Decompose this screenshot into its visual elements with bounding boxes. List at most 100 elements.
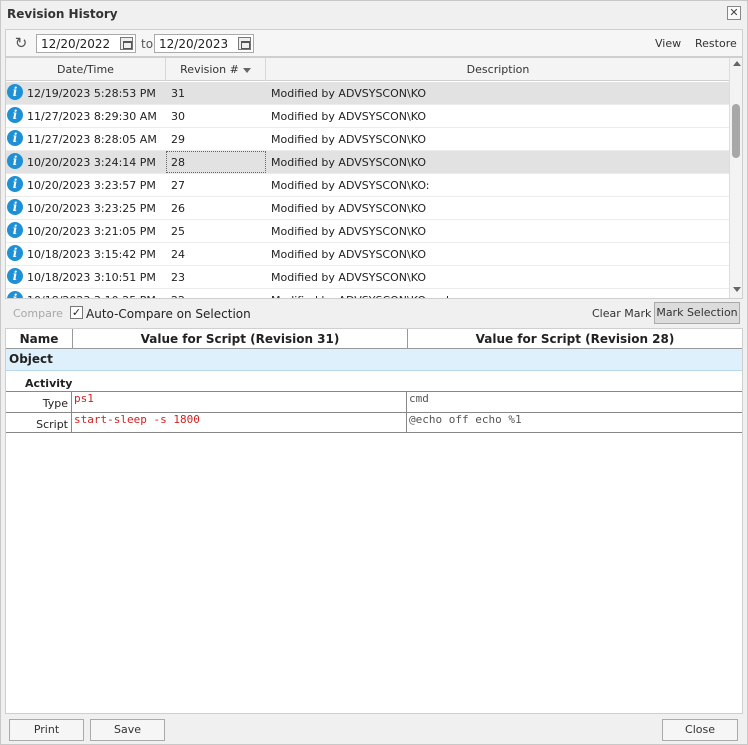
row-datetime: 10/20/2023 3:23:57 PM	[27, 179, 156, 192]
header-name: Name	[6, 329, 73, 349]
table-row[interactable]: i 10/18/2023 3:10:25 PM 22 Modified by ADVS…	[6, 289, 730, 298]
scroll-down-icon[interactable]	[733, 287, 741, 292]
to-date-input[interactable]: 12/20/2023	[154, 34, 254, 53]
row-description: Modified by ADVSYSCON\KO	[271, 248, 426, 261]
from-date-value: 12/20/2022	[41, 37, 111, 51]
close-icon[interactable]: ✕	[727, 6, 741, 20]
row-datetime: 11/27/2023 8:28:05 AM	[27, 133, 157, 146]
row-revision: 29	[171, 133, 185, 146]
field-row-script: Script start-sleep -s 1800 @echo off ech…	[6, 412, 742, 433]
row-datetime: 10/20/2023 3:21:05 PM	[27, 225, 156, 238]
field-row-type: Type ps1 cmd	[6, 391, 742, 412]
view-button[interactable]: View	[655, 37, 681, 50]
table-row[interactable]: i 11/27/2023 8:29:30 AM 30 Modified by ADVS…	[6, 105, 730, 128]
table-row[interactable]: i 10/20/2023 3:23:25 PM 26 Modified by ADVS…	[6, 197, 730, 220]
scroll-up-icon[interactable]	[733, 61, 741, 66]
info-icon: i	[7, 222, 23, 238]
compare-bar: Compare ✓ Auto-Compare on Selection Clea…	[5, 301, 743, 326]
table-row[interactable]: i 12/19/2023 5:28:53 PM 31 Modified by ADVS…	[6, 82, 730, 105]
row-description: Modified by ADVSYSCON\KO sed	[271, 289, 726, 298]
to-label: to	[141, 37, 154, 51]
row-description: Modified by ADVSYSCON\KO	[271, 271, 426, 284]
info-icon: i	[7, 176, 23, 192]
row-description: Modified by ADVSYSCON\KO:	[271, 179, 430, 192]
info-icon: i	[7, 153, 23, 169]
info-icon: i	[7, 130, 23, 146]
row-datetime: 10/18/2023 3:10:25 PM	[27, 289, 165, 298]
revision-grid: Date/Time Revision # Description i 12/19/…	[5, 57, 743, 299]
field-left-value: ps1	[72, 392, 407, 412]
row-revision: 27	[171, 179, 185, 192]
info-icon: i	[7, 245, 23, 261]
field-right-value: cmd	[409, 392, 429, 405]
grid-scrollbar[interactable]	[729, 58, 742, 298]
info-icon: i	[7, 268, 23, 284]
section-label-activity: Activity	[25, 377, 73, 390]
clear-mark-button[interactable]: Clear Mark	[592, 307, 651, 320]
column-header-datetime[interactable]: Date/Time	[6, 58, 166, 81]
column-header-datetime-label: Date/Time	[57, 63, 114, 76]
refresh-icon[interactable]: ↻	[12, 34, 30, 52]
row-revision: 28	[171, 156, 185, 169]
table-row[interactable]: i 10/18/2023 3:10:51 PM 23 Modified by ADVS…	[6, 266, 730, 289]
row-datetime: 12/19/2023 5:28:53 PM	[27, 87, 156, 100]
row-revision: 30	[171, 110, 185, 123]
close-button[interactable]: Close	[662, 719, 738, 741]
calendar-icon[interactable]	[120, 37, 133, 50]
column-header-revision[interactable]: Revision #	[166, 58, 266, 81]
sort-descending-icon	[242, 67, 251, 73]
row-datetime: 11/27/2023 8:29:30 AM	[27, 110, 157, 123]
dialog-title: Revision History	[7, 7, 118, 21]
info-icon: i	[7, 84, 23, 100]
row-description: Modified by ADVSYSCON\KO	[271, 156, 426, 169]
table-row[interactable]: i 10/20/2023 3:23:57 PM 27 Modified by ADVS…	[6, 174, 730, 197]
table-row[interactable]: i 11/27/2023 8:28:05 AM 29 Modified by ADVS…	[6, 128, 730, 151]
header-left-revision: Value for Script (Revision 31)	[73, 329, 408, 349]
title-bar: Revision History ✕	[1, 1, 747, 27]
row-revision: 23	[171, 271, 185, 284]
comparison-header: Name Value for Script (Revision 31) Valu…	[6, 329, 742, 349]
info-icon: i	[7, 291, 23, 298]
row-revision: 25	[171, 225, 185, 238]
row-description: Modified by ADVSYSCON\KO	[271, 87, 426, 100]
calendar-icon[interactable]	[238, 37, 251, 50]
to-date-value: 12/20/2023	[159, 37, 229, 51]
table-row[interactable]: i 10/20/2023 3:24:14 PM 28 Modified by ADVS…	[6, 151, 730, 174]
save-button[interactable]: Save	[90, 719, 165, 741]
row-revision: 31	[171, 87, 185, 100]
column-header-description-label: Description	[466, 63, 530, 76]
row-revision: 26	[171, 202, 185, 215]
table-row[interactable]: i 10/18/2023 3:15:42 PM 24 Modified by ADVS…	[6, 243, 730, 266]
auto-compare-label[interactable]: Auto-Compare on Selection	[86, 307, 251, 321]
header-right-revision: Value for Script (Revision 28)	[475, 332, 675, 346]
column-header-description[interactable]: Description	[266, 58, 730, 81]
mark-selection-button[interactable]: Mark Selection	[654, 302, 740, 324]
row-datetime: 10/18/2023 3:15:42 PM	[27, 248, 156, 261]
row-description: Modified by ADVSYSCON\KO	[271, 202, 426, 215]
row-revision: 24	[171, 248, 185, 261]
info-icon: i	[7, 107, 23, 123]
row-datetime: 10/20/2023 3:23:25 PM	[27, 202, 156, 215]
grid-rows: i 12/19/2023 5:28:53 PM 31 Modified by ADVS…	[6, 82, 730, 298]
row-description: Modified by ADVSYSCON\KO	[271, 110, 426, 123]
from-date-input[interactable]: 12/20/2022	[36, 34, 136, 53]
print-button[interactable]: Print	[9, 719, 84, 741]
comparison-panel: Name Value for Script (Revision 31) Valu…	[5, 328, 743, 714]
group-row-object: Object	[6, 349, 742, 371]
row-description: Modified by ADVSYSCON\KO	[271, 133, 426, 146]
field-name: Type	[6, 392, 72, 412]
table-divider	[6, 432, 742, 433]
column-header-revision-label: Revision #	[180, 63, 239, 76]
auto-compare-checkbox[interactable]: ✓	[70, 306, 83, 319]
compare-button[interactable]: Compare	[13, 307, 63, 320]
table-row[interactable]: i 10/20/2023 3:21:05 PM 25 Modified by ADVS…	[6, 220, 730, 243]
scroll-thumb[interactable]	[732, 104, 740, 158]
field-left-value: start-sleep -s 1800	[72, 413, 407, 433]
toolbar: ↻ 12/20/2022 to 12/20/2023 View Restore	[5, 29, 743, 57]
restore-button[interactable]: Restore	[695, 37, 737, 50]
group-label: Object	[9, 352, 53, 366]
grid-header: Date/Time Revision # Description	[6, 58, 730, 81]
info-icon: i	[7, 199, 23, 215]
row-description: Modified by ADVSYSCON\KO	[271, 225, 426, 238]
row-revision: 22	[171, 289, 266, 298]
